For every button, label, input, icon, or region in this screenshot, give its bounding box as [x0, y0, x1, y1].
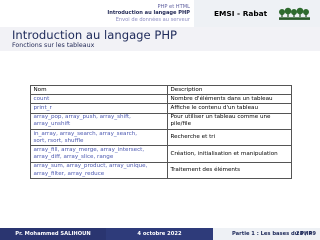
- column-header-name: Nom: [30, 84, 168, 96]
- function-name-cell: print_r: [30, 103, 168, 114]
- beamer-footer: Pr. Mohammed SALIHOUN 4 octobre 2022 Par…: [0, 228, 320, 240]
- table-header-row: Nom Description: [30, 84, 292, 96]
- function-name: array_pop, array_push, array_shift,: [33, 114, 131, 121]
- page-number: 28 / 49: [296, 231, 316, 237]
- table-row: array_pop, array_push, array_shift, arra…: [30, 112, 292, 131]
- function-name-cell: array_fill, array_merge, array_intersect…: [30, 145, 168, 163]
- function-name: array_sum, array_product, array_unique,: [33, 163, 148, 170]
- description-cell: Recherche et tri: [167, 129, 292, 147]
- function-name: array_diff, array_slice, range: [33, 154, 114, 161]
- table-row: count Nombre d'éléments dans un tableau: [30, 94, 292, 105]
- footer-date: 4 octobre 2022: [106, 228, 213, 240]
- function-name: in_array, array_search, array_search,: [33, 130, 138, 137]
- nav-subsection-link[interactable]: Envoi de données au serveur: [116, 17, 190, 23]
- beamer-header: PHP et HTML Introduction au langage PHP …: [0, 0, 320, 27]
- section-navigation: PHP et HTML Introduction au langage PHP …: [0, 0, 194, 27]
- institution-name: EMSI - Rabat: [214, 9, 268, 18]
- function-name: array_filter, array_reduce: [33, 170, 105, 177]
- description-cell: Affiche le contenu d'un tableau: [167, 103, 292, 114]
- array-functions-table: Nom Description count Nombre d'éléments …: [30, 84, 292, 180]
- footer-author: Pr. Mohammed SALIHOUN: [0, 228, 106, 240]
- description-cell: Création, initialisation et manipulation: [167, 145, 292, 163]
- footer-part-box: Partie 1 : Les bases du PHP 28 / 49: [213, 228, 320, 240]
- function-name: print_r: [33, 104, 52, 111]
- function-name-cell: in_array, array_search, array_search, so…: [30, 129, 168, 147]
- description-cell: Pour utiliser un tableau comme une pile/…: [167, 112, 292, 131]
- school-logo-icon: [278, 7, 312, 21]
- function-name: array_unshift: [33, 121, 71, 128]
- function-name-cell: array_pop, array_push, array_shift, arra…: [30, 112, 168, 131]
- function-name: count: [33, 95, 50, 102]
- function-name: sort, rsort, shuffle: [33, 137, 84, 144]
- function-name-cell: array_sum, array_product, array_unique, …: [30, 161, 168, 180]
- description-cell: Nombre d'éléments dans un tableau: [167, 94, 292, 105]
- institution-bar: EMSI - Rabat: [194, 0, 320, 27]
- table-row: array_sum, array_product, array_unique, …: [30, 161, 292, 180]
- function-name-cell: count: [30, 94, 168, 105]
- table-row: array_fill, array_merge, array_intersect…: [30, 145, 292, 163]
- description-cell: Traitement des éléments: [167, 161, 292, 180]
- frame-title-bar: Introduction au langage PHP Fonctions su…: [0, 27, 320, 51]
- column-header-description: Description: [167, 84, 292, 96]
- table-row: print_r Affiche le contenu d'un tableau: [30, 103, 292, 114]
- function-name: array_fill, array_merge, array_intersect…: [33, 146, 145, 153]
- table-row: in_array, array_search, array_search, so…: [30, 129, 292, 147]
- page-title: Introduction au langage PHP: [12, 28, 178, 42]
- page-subtitle: Fonctions sur les tableaux: [12, 42, 95, 49]
